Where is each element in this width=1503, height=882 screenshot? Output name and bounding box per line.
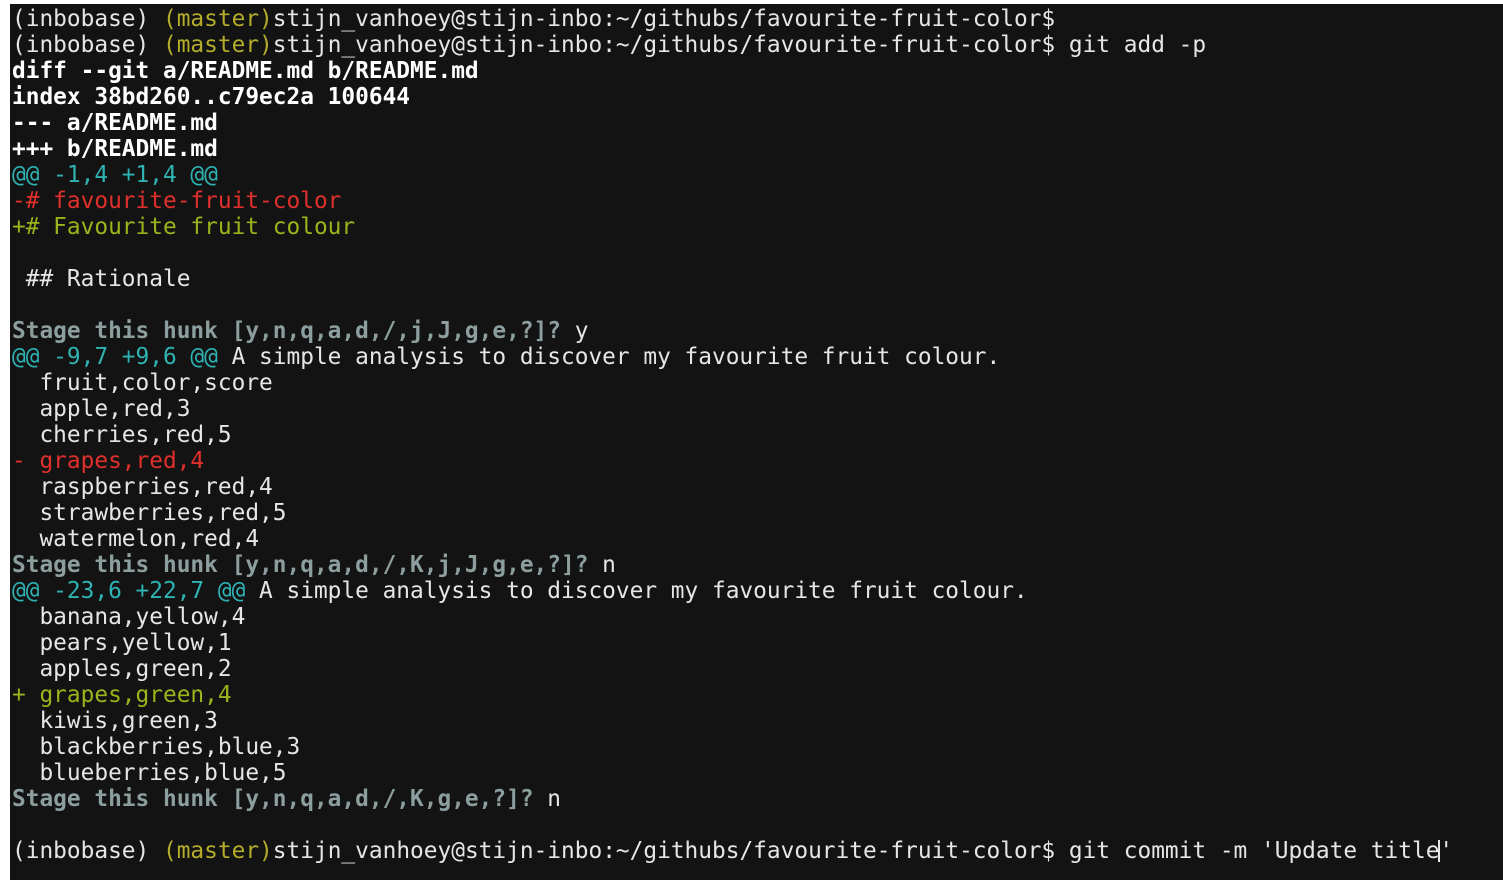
git-branch-label: (master) (162, 6, 273, 32)
diff-context-line: apple,red,3 (12, 396, 1453, 422)
command-input-line[interactable]: (inbobase) (master)stijn_vanhoey@stijn-i… (12, 838, 1453, 864)
diff-added-line: +# Favourite fruit colour (12, 214, 1453, 240)
stage-hunk-prompt: Stage this hunk [y,n,q,a,d,/,K,g,e,?]? n (12, 786, 1453, 812)
diff-context-line: blackberries,blue,3 (12, 734, 1453, 760)
diff-context-line: strawberries,red,5 (12, 500, 1453, 526)
context-text: blueberries,blue,5 (12, 760, 287, 786)
typed-command: git add -p (1055, 32, 1207, 58)
diff-meta-line: index 38bd260..c79ec2a 100644 (12, 84, 1453, 110)
context-text: kiwis,green,3 (12, 708, 218, 734)
diff-meta-line: +++ b/README.md (12, 136, 1453, 162)
shell-prompt-line: (inbobase) (master)stijn_vanhoey@stijn-i… (12, 32, 1453, 58)
added-text: + grapes,green,4 (12, 682, 232, 708)
stage-answer: n (533, 786, 561, 812)
hunk-range: @@ -1,4 +1,4 @@ (12, 162, 218, 188)
typed-command: git commit -m 'Update title (1055, 838, 1440, 864)
git-branch-label: (master) (162, 838, 273, 864)
hunk-context: A simple analysis to discover my favouri… (245, 578, 1028, 604)
diff-context-line: blueberries,blue,5 (12, 760, 1453, 786)
deleted-text: - grapes,red,4 (12, 448, 205, 474)
conda-env-label: (inbobase) (12, 6, 163, 32)
diff-meta-text: index 38bd260..c79ec2a 100644 (12, 84, 411, 110)
diff-context-line: apples,green,2 (12, 656, 1453, 682)
prompt-path: stijn_vanhoey@stijn-inbo:~/githubs/favou… (272, 6, 1056, 32)
stage-hunk-prompt: Stage this hunk [y,n,q,a,d,/,K,j,J,g,e,?… (12, 552, 1453, 578)
diff-meta-line: --- a/README.md (12, 110, 1453, 136)
diff-added-line: + grapes,green,4 (12, 682, 1453, 708)
diff-context-line (12, 292, 1453, 318)
conda-env-label: (inbobase) (12, 838, 163, 864)
context-text: ## Rationale (12, 266, 191, 292)
stage-question: Stage this hunk [y,n,q,a,d,/,K,j,J,g,e,?… (12, 552, 589, 578)
diff-meta-text: --- a/README.md (12, 110, 218, 136)
terminal-window[interactable]: (inbobase) (master)stijn_vanhoey@stijn-i… (10, 4, 1503, 880)
stage-hunk-prompt: Stage this hunk [y,n,q,a,d,/,j,J,g,e,?]?… (12, 318, 1453, 344)
stage-question: Stage this hunk [y,n,q,a,d,/,j,J,g,e,?]? (12, 318, 561, 344)
diff-context-line: fruit,color,score (12, 370, 1453, 396)
shell-prompt-line: (inbobase) (master)stijn_vanhoey@stijn-i… (12, 6, 1453, 32)
diff-context-line: pears,yellow,1 (12, 630, 1453, 656)
diff-context-line: raspberries,red,4 (12, 474, 1453, 500)
diff-deleted-line: -# favourite-fruit-color (12, 188, 1453, 214)
context-text: strawberries,red,5 (12, 500, 287, 526)
diff-context-line: cherries,red,5 (12, 422, 1453, 448)
context-text: apples,green,2 (12, 656, 232, 682)
hunk-context: A simple analysis to discover my favouri… (217, 344, 1001, 370)
context-text: fruit,color,score (12, 370, 273, 396)
stage-answer: y (561, 318, 589, 344)
prompt-path: stijn_vanhoey@stijn-inbo:~/githubs/favou… (272, 838, 1056, 864)
context-text: apple,red,3 (12, 396, 191, 422)
stage-question: Stage this hunk [y,n,q,a,d,/,K,g,e,?]? (12, 786, 534, 812)
hunk-range: @@ -9,7 +9,6 @@ (12, 344, 218, 370)
diff-meta-line: diff --git a/README.md b/README.md (12, 58, 1453, 84)
diff-context-line: ## Rationale (12, 266, 1453, 292)
diff-context-line (12, 812, 1453, 838)
stage-answer: n (588, 552, 616, 578)
hunk-range: @@ -23,6 +22,7 @@ (12, 578, 246, 604)
added-text: +# Favourite fruit colour (12, 214, 356, 240)
hunk-header-line: @@ -1,4 +1,4 @@ (12, 162, 1453, 188)
hunk-header-line: @@ -23,6 +22,7 @@ A simple analysis to d… (12, 578, 1453, 604)
context-text (12, 240, 26, 266)
diff-meta-text: diff --git a/README.md b/README.md (12, 58, 479, 84)
terminal-output: (inbobase) (master)stijn_vanhoey@stijn-i… (12, 6, 1453, 864)
prompt-path: stijn_vanhoey@stijn-inbo:~/githubs/favou… (272, 32, 1056, 58)
context-text: watermelon,red,4 (12, 526, 260, 552)
context-text: banana,yellow,4 (12, 604, 246, 630)
diff-context-line: kiwis,green,3 (12, 708, 1453, 734)
diff-deleted-line: - grapes,red,4 (12, 448, 1453, 474)
diff-meta-text: +++ b/README.md (12, 136, 218, 162)
context-text: cherries,red,5 (12, 422, 232, 448)
conda-env-label: (inbobase) (12, 32, 163, 58)
diff-context-line: watermelon,red,4 (12, 526, 1453, 552)
hunk-header-line: @@ -9,7 +9,6 @@ A simple analysis to dis… (12, 344, 1453, 370)
deleted-text: -# favourite-fruit-color (12, 188, 342, 214)
diff-context-line (12, 240, 1453, 266)
context-text: raspberries,red,4 (12, 474, 273, 500)
typed-command-tail: ' (1439, 838, 1454, 864)
context-text: blackberries,blue,3 (12, 734, 301, 760)
diff-context-line: banana,yellow,4 (12, 604, 1453, 630)
git-branch-label: (master) (162, 32, 273, 58)
context-text: pears,yellow,1 (12, 630, 232, 656)
